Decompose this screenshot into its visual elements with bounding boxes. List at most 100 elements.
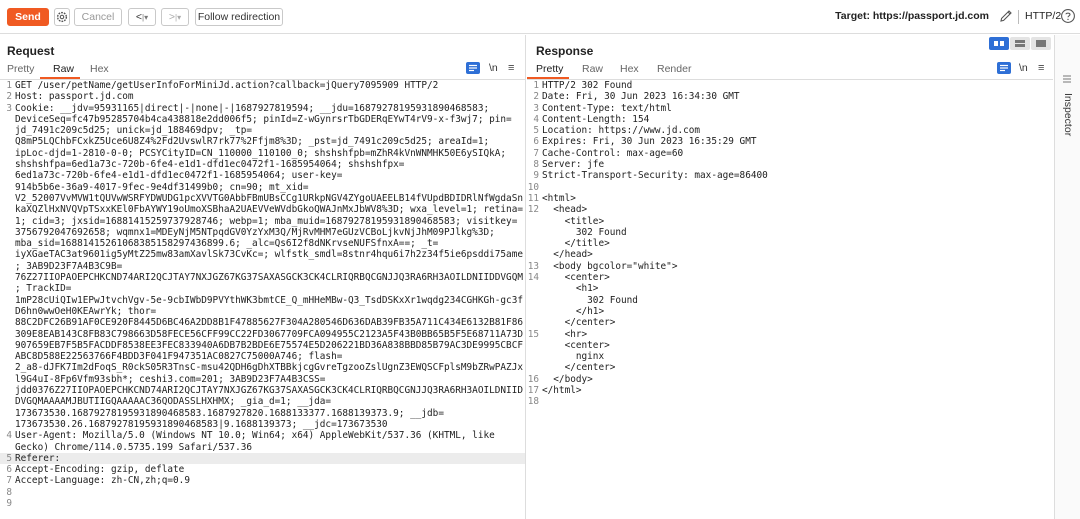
- code-line[interactable]: </title>: [527, 238, 1053, 249]
- code-line[interactable]: 12 <head>: [527, 204, 1053, 215]
- inspector-label[interactable]: Inspector: [1062, 93, 1074, 136]
- help-icon[interactable]: [1060, 8, 1076, 24]
- code-line[interactable]: 1; cid=3; jxsid=16881415259737928746; we…: [0, 216, 525, 227]
- code-line[interactable]: 15 <hr>: [527, 329, 1053, 340]
- code-line[interactable]: l9G4uI-8Fp6Vfm93sbh*; ceshi3.com=201; 3A…: [0, 374, 525, 385]
- code-line[interactable]: iyXGaeTAC3at9601ig5yMtZ25mw83amXavlSk73C…: [0, 249, 525, 260]
- code-line[interactable]: shshshfpa=6ed1a73c-720b-6fe4-e1d1-dfd1ec…: [0, 159, 525, 170]
- code-line[interactable]: 7 Cache-Control: max-age=60: [527, 148, 1053, 159]
- request-editor[interactable]: 1 GET /user/petName/getUserInfoForMiniJd.…: [0, 80, 525, 509]
- newline-toggle[interactable]: \n: [489, 62, 498, 74]
- code-line[interactable]: 302 Found: [527, 295, 1053, 306]
- code-line[interactable]: 3 Cookie: __jdv=95931165|direct|-|none|-|…: [0, 103, 525, 114]
- pretty-print-icon[interactable]: [997, 62, 1011, 74]
- code-line[interactable]: kaXQZlHxNVQVpTSxxKEl0FbAYWY19oUmoXSBhaA2…: [0, 204, 525, 215]
- code-line[interactable]: <h1>: [527, 283, 1053, 294]
- code-line[interactable]: 5 Referer:: [0, 452, 525, 465]
- code-line[interactable]: 8: [0, 487, 525, 498]
- code-line[interactable]: 1 GET /user/petName/getUserInfoForMiniJd.…: [0, 80, 525, 91]
- code-line[interactable]: ; TrackID=: [0, 283, 525, 294]
- send-button[interactable]: Send: [7, 8, 49, 26]
- follow-redirection-button[interactable]: Follow redirection: [195, 8, 283, 26]
- code-line[interactable]: 4 User-Agent: Mozilla/5.0 (Windows NT 10.…: [0, 430, 525, 441]
- menu-icon[interactable]: ≡: [508, 62, 514, 74]
- request-tab-pretty[interactable]: Pretty: [7, 63, 34, 75]
- code-line[interactable]: 4 Content-Length: 154: [527, 114, 1053, 125]
- code-line[interactable]: 6 Expires: Fri, 30 Jun 2023 16:35:29 GMT: [527, 136, 1053, 147]
- code-line[interactable]: ipLoc-djd=1-2810-0-0; PCSYCityID=CN_1100…: [0, 148, 525, 159]
- code-line[interactable]: 6 Accept-Encoding: gzip, deflate: [0, 464, 525, 475]
- code-line[interactable]: 2_a8-dJFK7Im2dFoqS_R0ckS05R3TnsC-msu42QD…: [0, 362, 525, 373]
- code-line[interactable]: nginx: [527, 351, 1053, 362]
- code-line[interactable]: 302 Found: [527, 227, 1053, 238]
- code-line[interactable]: DeviceSeq=fc47b95285704b4ca438818e2dd006…: [0, 114, 525, 125]
- response-editor[interactable]: 1 HTTP/2 302 Found 2 Date: Fri, 30 Jun 2023…: [527, 80, 1053, 408]
- request-tab-raw[interactable]: Raw: [53, 63, 74, 75]
- code-line[interactable]: 88C2DFC26B91AF0CE920F8445D6BC46A2DD8B1F4…: [0, 317, 525, 328]
- pencil-icon[interactable]: [998, 8, 1014, 24]
- code-line[interactable]: 14 <center>: [527, 272, 1053, 283]
- response-tab-hex[interactable]: Hex: [620, 63, 639, 75]
- code-line[interactable]: Q8mP5LQChbFCxkZ5Uce6U8Z4%2Fd2UvswlR7rk77…: [0, 136, 525, 147]
- code-line[interactable]: 76Z27IIOPAOEPCHKCND74ARI2QCJTAY7NXJGZ67K…: [0, 272, 525, 283]
- request-tab-hex[interactable]: Hex: [90, 63, 109, 75]
- code-line[interactable]: 7 Accept-Language: zh-CN,zh;q=0.9: [0, 475, 525, 486]
- code-line[interactable]: 1mP28cUiQIw1EPwJtvchVgv-5e-9cbIWbD9PVYth…: [0, 295, 525, 306]
- code-line[interactable]: 914b5b6e-36a9-4017-9fec-9e4df31499b0; cn…: [0, 182, 525, 193]
- code-line[interactable]: </head>: [527, 249, 1053, 260]
- settings-button[interactable]: [54, 8, 70, 26]
- line-number: 11: [527, 192, 539, 204]
- menu-icon[interactable]: ≡: [1038, 62, 1044, 74]
- response-tab-render[interactable]: Render: [657, 63, 691, 75]
- code-line[interactable]: 17 </html>: [527, 385, 1053, 396]
- protocol-label[interactable]: HTTP/2: [1025, 10, 1061, 22]
- code-line[interactable]: D6hn0wwOeH0KEAwrYk; thor=: [0, 306, 525, 317]
- code-line[interactable]: jd_7491c209c5d25; unick=jd_188469dpv; _t…: [0, 125, 525, 136]
- code-line[interactable]: 3 Content-Type: text/html: [527, 103, 1053, 114]
- code-line[interactable]: ; 3AB9D23F7A4B3C9B=: [0, 261, 525, 272]
- layout-tabs-icon[interactable]: [1031, 37, 1051, 50]
- layout-split-icon[interactable]: [989, 37, 1009, 50]
- code-line[interactable]: 6ed1a73c-720b-6fe4-e1d1-dfd1ec0472f1-168…: [0, 170, 525, 181]
- line-text: ; 3AB9D23F7A4B3C9B=: [15, 260, 123, 272]
- code-line[interactable]: DVGQMAAAAMJBUTIIGQAAAAAC36QODASSLHXHMX; …: [0, 396, 525, 407]
- code-line[interactable]: 9: [0, 498, 525, 509]
- code-line[interactable]: </h1>: [527, 306, 1053, 317]
- back-button[interactable]: <|▾: [128, 8, 156, 26]
- code-line[interactable]: 907659EB7F5B5FACDDF8538EE3FEC833940A6DB7…: [0, 340, 525, 351]
- code-line[interactable]: 173673530.16879278195931890468583.168792…: [0, 408, 525, 419]
- cancel-button[interactable]: Cancel: [74, 8, 122, 26]
- code-line[interactable]: 16 </body>: [527, 374, 1053, 385]
- code-line[interactable]: Gecko) Chrome/114.0.5735.199 Safari/537.…: [0, 442, 525, 453]
- code-line[interactable]: 173673530.26.16879278195931890468583|9.1…: [0, 419, 525, 430]
- code-line[interactable]: 8 Server: jfe: [527, 159, 1053, 170]
- newline-toggle[interactable]: \n: [1019, 62, 1028, 74]
- code-line[interactable]: 309E8EAB143C8FB83C798663D58FECE56CFF99CC…: [0, 329, 525, 340]
- code-line[interactable]: 18: [527, 396, 1053, 407]
- code-line[interactable]: 2 Host: passport.jd.com: [0, 91, 525, 102]
- code-line[interactable]: mba_sid=16881415261068385158297436899.6;…: [0, 238, 525, 249]
- response-tab-raw[interactable]: Raw: [582, 63, 603, 75]
- code-line[interactable]: 2 Date: Fri, 30 Jun 2023 16:34:30 GMT: [527, 91, 1053, 102]
- line-number: [0, 442, 14, 453]
- code-line[interactable]: jdd0376Z27IIOPAOEPCHKCND74ARI2QCJTAY7NXJ…: [0, 385, 525, 396]
- layout-horizontal-icon[interactable]: [1010, 37, 1030, 50]
- code-line[interactable]: 5 Location: https://www.jd.com: [527, 125, 1053, 136]
- code-line[interactable]: <center>: [527, 340, 1053, 351]
- code-line[interactable]: 3756792047692658; wqmnx1=MDEyNjM5NTpqdGV…: [0, 227, 525, 238]
- response-tab-pretty[interactable]: Pretty: [536, 63, 563, 75]
- code-line[interactable]: 1 HTTP/2 302 Found: [527, 80, 1053, 91]
- code-line[interactable]: </center>: [527, 317, 1053, 328]
- forward-button[interactable]: >|▾: [161, 8, 189, 26]
- pretty-print-icon[interactable]: [466, 62, 480, 74]
- code-line[interactable]: 13 <body bgcolor="white">: [527, 261, 1053, 272]
- code-line[interactable]: 10: [527, 182, 1053, 193]
- code-line[interactable]: <title>: [527, 216, 1053, 227]
- code-line[interactable]: </center>: [527, 362, 1053, 373]
- code-line[interactable]: ABC8D588E22563766F4BDD3F041F947351AC0827…: [0, 351, 525, 362]
- code-line[interactable]: 9 Strict-Transport-Security: max-age=8640…: [527, 170, 1053, 181]
- inspector-sidebar[interactable]: Inspector: [1054, 35, 1080, 519]
- code-line[interactable]: V2_52007VvMVW1tQUVwWSRFYDWUDG1pcXVVTG0Ab…: [0, 193, 525, 204]
- code-line[interactable]: 11 <html>: [527, 193, 1053, 204]
- line-number: [0, 362, 14, 373]
